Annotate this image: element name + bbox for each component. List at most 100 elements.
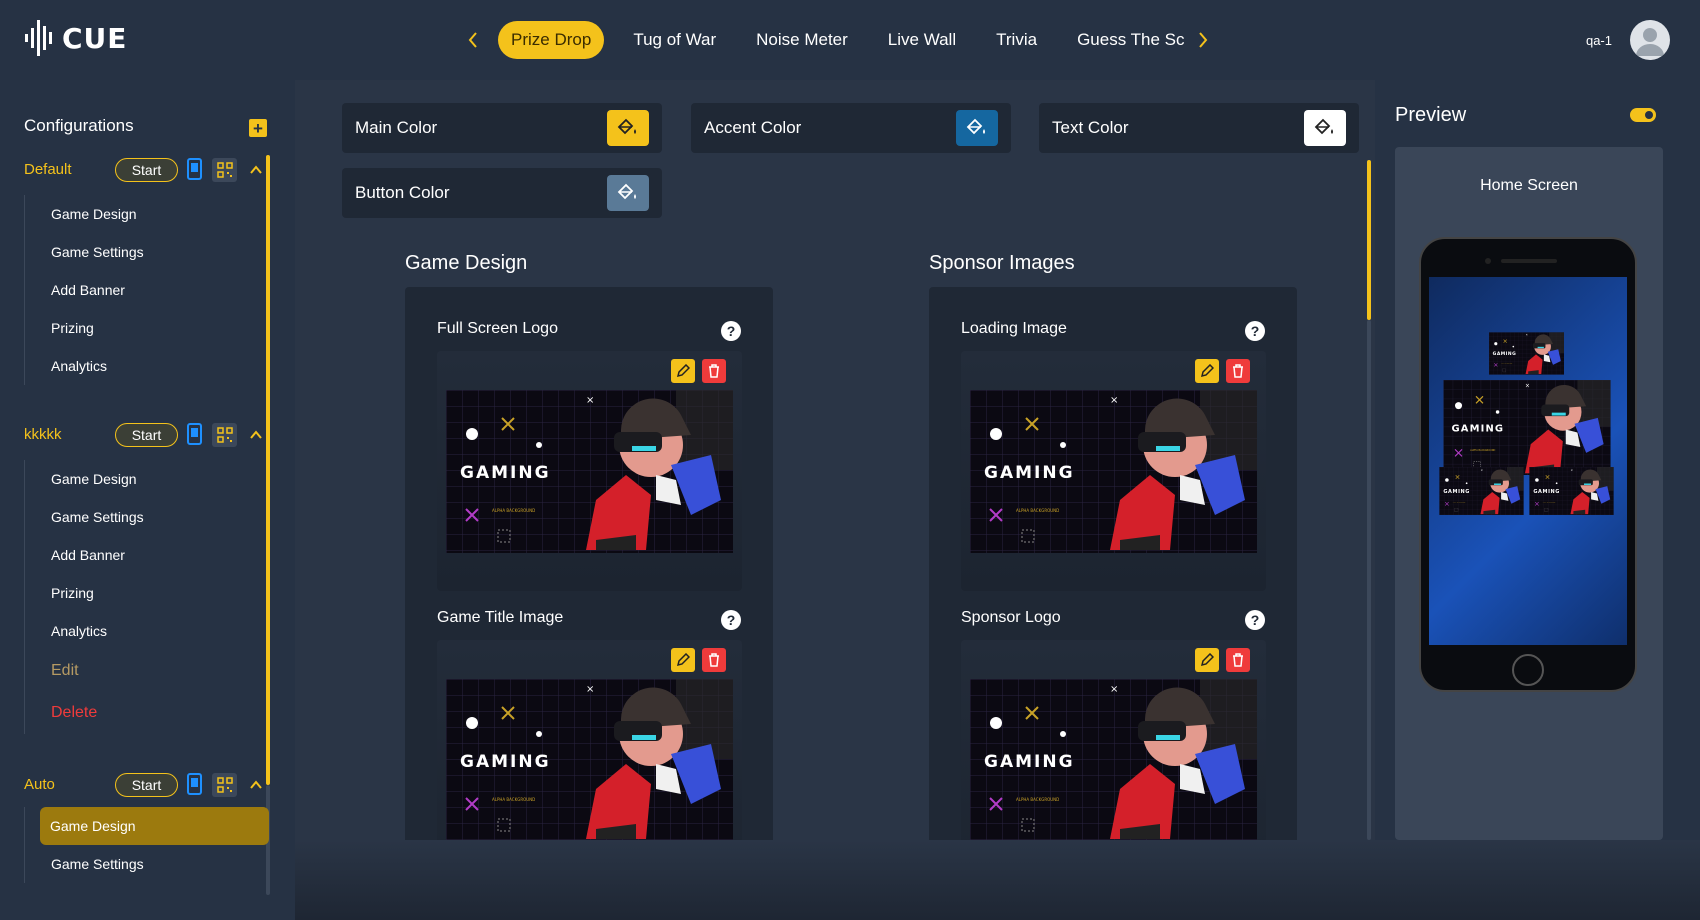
paint-bucket-icon <box>617 118 636 135</box>
tabs-next-button[interactable] <box>1190 20 1216 60</box>
config-name[interactable]: Auto <box>24 776 55 793</box>
mobile-preview-icon[interactable] <box>187 423 202 445</box>
preview-full-screen-logo <box>1443 380 1611 475</box>
preview-card: Home Screen <box>1395 147 1663 840</box>
pencil-icon <box>676 653 690 667</box>
menu-item-game-design[interactable]: Game Design <box>25 460 269 498</box>
menu-item-analytics[interactable]: Analytics <box>25 347 269 385</box>
main-scrollbar-thumb[interactable] <box>1367 160 1371 320</box>
menu-item-game-settings[interactable]: Game Settings <box>25 845 269 883</box>
menu-item-game-settings[interactable]: Game Settings <box>25 233 269 271</box>
loading-image-upload <box>961 351 1266 591</box>
preview-screen-label: Home Screen <box>1480 177 1578 194</box>
delete-image-button[interactable] <box>1226 648 1250 672</box>
menu-item-add-banner[interactable]: Add Banner <box>25 536 269 574</box>
edit-image-button[interactable] <box>1195 359 1219 383</box>
trash-icon <box>709 364 719 378</box>
loading-image-label: Loading Image <box>961 320 1067 337</box>
tab-live-wall[interactable]: Live Wall <box>868 21 976 59</box>
menu-item-add-banner[interactable]: Add Banner <box>25 271 269 309</box>
sound-wave-logo-icon <box>25 20 52 56</box>
config-header-kkkkk[interactable]: kkkkk Start <box>0 420 270 450</box>
avatar[interactable] <box>1630 20 1670 60</box>
menu-item-game-design[interactable]: Game Design <box>40 807 269 845</box>
menu-item-delete[interactable]: Delete <box>25 692 269 734</box>
sidebar: Configurations + Default Start Game Desi… <box>0 80 295 920</box>
button-color-label: Button Color <box>355 183 450 202</box>
full-screen-logo-upload <box>437 351 742 591</box>
delete-image-button[interactable] <box>702 648 726 672</box>
menu-item-prizing[interactable]: Prizing <box>25 574 269 612</box>
qr-code-icon[interactable] <box>212 773 237 797</box>
start-button[interactable]: Start <box>115 423 178 447</box>
config-name[interactable]: kkkkk <box>24 426 62 443</box>
config-name[interactable]: Default <box>24 161 72 178</box>
qr-code-icon[interactable] <box>212 423 237 447</box>
chevron-up-icon[interactable] <box>247 426 265 444</box>
chevron-up-icon[interactable] <box>247 776 265 794</box>
config-header-auto[interactable]: Auto Start <box>0 770 270 800</box>
trash-icon <box>1233 364 1243 378</box>
user-avatar-icon <box>1636 28 1664 56</box>
game-title-image-label: Game Title Image <box>437 609 564 626</box>
start-button[interactable]: Start <box>115 158 178 182</box>
sponsor-logo-upload <box>961 640 1266 847</box>
qr-code-icon[interactable] <box>212 158 237 182</box>
delete-image-button[interactable] <box>702 359 726 383</box>
start-button[interactable]: Start <box>115 773 178 797</box>
main-scrollbar-track[interactable] <box>1367 320 1371 840</box>
preview-title-image <box>1489 332 1564 375</box>
tab-trivia[interactable]: Trivia <box>976 21 1057 59</box>
pencil-icon <box>1200 364 1214 378</box>
tab-guess-the-sc[interactable]: Guess The Sc <box>1057 21 1190 59</box>
text-color-card: Text Color <box>1039 103 1359 153</box>
help-icon[interactable]: ? <box>1245 321 1265 341</box>
preview-sponsor-image <box>1439 467 1524 515</box>
sponsor-images-title: Sponsor Images <box>929 252 1075 274</box>
game-title-image-upload <box>437 640 742 847</box>
edit-image-button[interactable] <box>671 359 695 383</box>
logo-text: CUE <box>62 21 128 55</box>
menu-item-analytics[interactable]: Analytics <box>25 612 269 650</box>
accent-color-card: Accent Color <box>691 103 1011 153</box>
edit-image-button[interactable] <box>1195 648 1219 672</box>
tab-tug-of-war[interactable]: Tug of War <box>613 21 736 59</box>
user-menu[interactable]: qa-1 <box>1586 20 1670 60</box>
add-configuration-button[interactable]: + <box>249 119 267 137</box>
config-menu-kkkkk: Game Design Game Settings Add Banner Pri… <box>24 460 269 734</box>
app-logo[interactable]: CUE <box>24 20 127 56</box>
main-color-card: Main Color <box>342 103 662 153</box>
tabs-prev-button[interactable] <box>460 20 486 60</box>
delete-image-button[interactable] <box>1226 359 1250 383</box>
bottom-fade <box>295 840 1700 920</box>
text-color-label: Text Color <box>1052 118 1129 137</box>
help-icon[interactable]: ? <box>721 321 741 341</box>
preview-toggle[interactable] <box>1630 108 1656 122</box>
paint-bucket-icon <box>617 183 636 200</box>
edit-image-button[interactable] <box>671 648 695 672</box>
help-icon[interactable]: ? <box>721 610 741 630</box>
tab-noise-meter[interactable]: Noise Meter <box>736 21 868 59</box>
menu-item-game-design[interactable]: Game Design <box>25 195 269 233</box>
main-color-picker[interactable] <box>607 110 649 146</box>
trash-icon <box>709 653 719 667</box>
mobile-preview-icon[interactable] <box>187 158 202 180</box>
text-color-picker[interactable] <box>1304 110 1346 146</box>
config-header-default[interactable]: Default Start <box>0 155 270 185</box>
sponsor-images-panel: Loading Image ? Sponsor Logo ? <box>929 287 1297 847</box>
menu-item-game-settings[interactable]: Game Settings <box>25 498 269 536</box>
help-icon[interactable]: ? <box>1245 610 1265 630</box>
mobile-preview-icon[interactable] <box>187 773 202 795</box>
paint-bucket-icon <box>966 118 985 135</box>
button-color-picker[interactable] <box>607 175 649 211</box>
trash-icon <box>1233 653 1243 667</box>
menu-item-edit[interactable]: Edit <box>25 650 269 692</box>
menu-item-prizing[interactable]: Prizing <box>25 309 269 347</box>
accent-color-picker[interactable] <box>956 110 998 146</box>
chevron-up-icon[interactable] <box>247 161 265 179</box>
preview-sponsor-image <box>1529 467 1614 515</box>
tab-prize-drop[interactable]: Prize Drop <box>498 21 605 59</box>
plus-icon: + <box>253 118 263 138</box>
accent-color-label: Accent Color <box>704 118 802 137</box>
pencil-icon <box>676 364 690 378</box>
